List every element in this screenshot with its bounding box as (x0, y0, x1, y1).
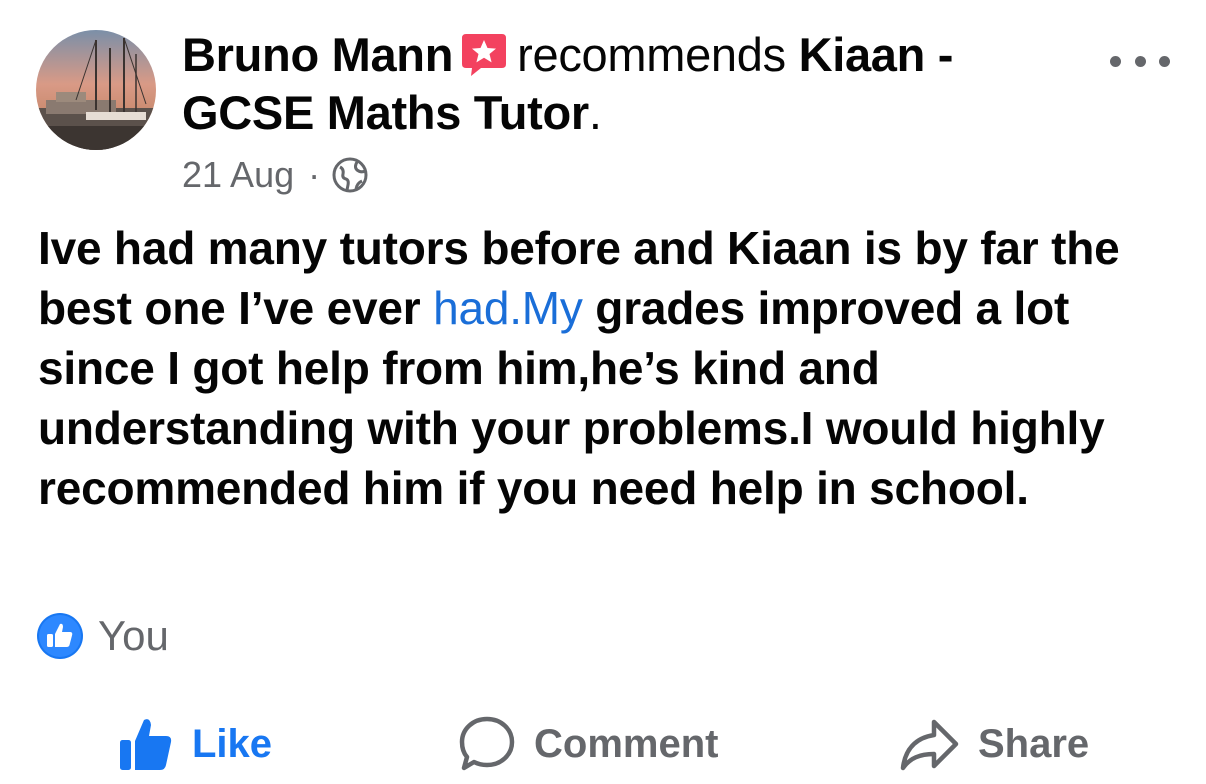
like-reaction-icon (37, 613, 83, 659)
comment-bubble-icon (459, 716, 515, 771)
reactions-summary[interactable]: You (36, 610, 169, 662)
more-dot-icon (1110, 55, 1121, 67)
recommend-star-icon (459, 31, 509, 77)
post-header: Bruno Mann recommends Kiaan - GCSE Maths … (182, 26, 1082, 142)
reactor-name: You (98, 612, 169, 659)
share-arrow-icon (900, 719, 959, 771)
author-avatar[interactable] (36, 30, 156, 150)
meta-separator: · (308, 154, 321, 195)
post-meta: 21 Aug · (182, 150, 370, 200)
comment-button[interactable]: Comment (456, 704, 718, 784)
facebook-post: Bruno Mann recommends Kiaan - GCSE Maths … (0, 0, 1206, 783)
recommends-verb: recommends (517, 28, 786, 81)
share-button[interactable]: Share (898, 704, 1089, 784)
header-period: . (588, 86, 602, 139)
post-inline-link[interactable]: had.My (433, 282, 583, 334)
post-date[interactable]: 21 Aug (182, 154, 294, 196)
more-dot-icon (1159, 55, 1170, 67)
like-label: Like (192, 721, 273, 766)
post-body: Ive had many tutors before and Kiaan is … (38, 218, 1178, 518)
more-dot-icon (1134, 55, 1146, 67)
comment-label: Comment (534, 721, 719, 766)
share-label: Share (978, 721, 1090, 766)
like-button[interactable]: Like (116, 704, 272, 784)
more-options-button[interactable] (1110, 48, 1170, 74)
thumbs-up-icon (120, 719, 172, 770)
author-name[interactable]: Bruno Mann (182, 28, 453, 81)
post-action-bar: Like Comment Share (0, 704, 1206, 784)
globe-icon[interactable] (330, 155, 370, 195)
